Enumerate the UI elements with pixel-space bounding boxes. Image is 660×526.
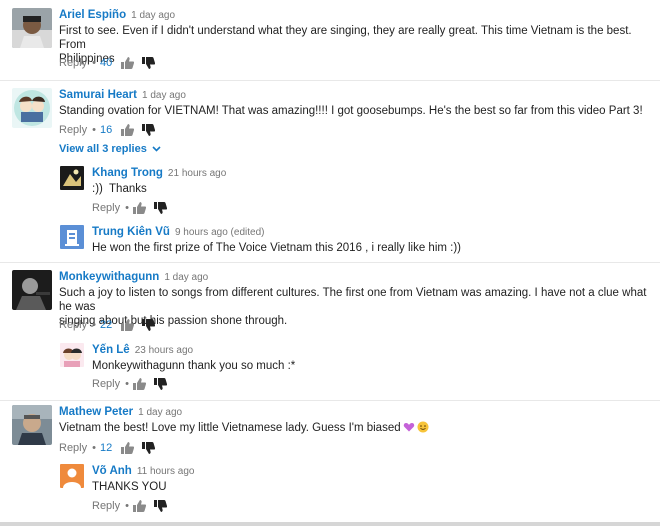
thumbs-down-icon[interactable] (153, 500, 167, 512)
thumbs-up-icon[interactable] (132, 202, 146, 214)
timestamp[interactable]: 1 day ago (142, 90, 186, 101)
bottom-edge (0, 522, 660, 526)
thumbs-up-icon[interactable] (121, 57, 135, 69)
author-name[interactable]: Yến Lê (92, 344, 130, 356)
smile-emoji-icon (417, 421, 429, 433)
thumbs-up-icon[interactable] (121, 319, 135, 331)
author-name[interactable]: Samurai Heart (59, 89, 137, 101)
divider (0, 400, 660, 401)
timestamp[interactable]: 21 hours ago (168, 168, 226, 179)
reply-header: Khang Trong 21 hours ago (92, 166, 226, 181)
thumbs-down-icon[interactable] (142, 319, 156, 331)
avatar[interactable] (12, 405, 52, 445)
reply-button[interactable]: Reply (92, 499, 120, 513)
divider (0, 262, 660, 263)
comment-text: Vietnam the best! Love my little Vietnam… (59, 421, 429, 435)
view-replies-button[interactable]: View all 3 replies (59, 142, 161, 156)
author-name[interactable]: Võ Anh (92, 465, 132, 477)
reply-header: Yến Lê 23 hours ago (92, 343, 193, 358)
separator-dot: • (125, 378, 129, 390)
comment-actions: Reply • 12 (59, 441, 163, 455)
thumbs-up-icon[interactable] (121, 442, 135, 454)
comment-header: Monkeywithagunn 1 day ago (59, 270, 208, 285)
comment-text: Standing ovation for VIETNAM! That was a… (59, 105, 643, 117)
comment-header: Samurai Heart 1 day ago (59, 88, 186, 103)
comment-header: Mathew Peter 1 day ago (59, 405, 182, 420)
reply-header: Trung Kiên Vũ 9 hours ago (edited) (92, 225, 264, 240)
avatar[interactable] (12, 88, 52, 128)
timestamp[interactable]: 11 hours ago (137, 466, 195, 477)
author-name[interactable]: Monkeywithagunn (59, 271, 159, 283)
timestamp[interactable]: 1 day ago (164, 272, 208, 283)
timestamp[interactable]: 9 hours ago (edited) (175, 227, 265, 238)
thumbs-down-icon[interactable] (153, 202, 167, 214)
timestamp[interactable]: 1 day ago (138, 407, 182, 418)
divider (0, 80, 660, 81)
view-replies-label: View all 3 replies (59, 143, 147, 155)
reply-text: Monkeywithagunn thank you so much :* (92, 360, 296, 372)
reply-header: Võ Anh 11 hours ago (92, 464, 194, 479)
thumbs-down-icon[interactable] (142, 442, 156, 454)
like-count: 16 (99, 124, 113, 136)
reply-button[interactable]: Reply (92, 377, 120, 391)
comment-text-content: Vietnam the best! Love my little Vietnam… (59, 422, 401, 434)
avatar[interactable] (60, 225, 84, 249)
reply-button[interactable]: Reply (92, 201, 120, 215)
author-name[interactable]: Mathew Peter (59, 406, 133, 418)
reply-button[interactable]: Reply (59, 318, 87, 332)
comment-actions: Reply • 40 (59, 56, 163, 70)
reply-button[interactable]: Reply (59, 123, 87, 137)
avatar[interactable] (12, 270, 52, 310)
reply-actions: Reply • (92, 201, 175, 215)
chevron-down-icon (152, 142, 161, 156)
avatar[interactable] (60, 343, 84, 367)
avatar[interactable] (60, 166, 84, 190)
separator-dot: • (125, 202, 129, 214)
thumbs-up-icon[interactable] (132, 378, 146, 390)
like-count: 40 (99, 57, 113, 69)
like-count: 22 (99, 319, 113, 331)
timestamp[interactable]: 23 hours ago (135, 345, 193, 356)
reply-actions: Reply • (92, 377, 175, 391)
reply-button[interactable]: Reply (59, 56, 87, 70)
author-name[interactable]: Trung Kiên Vũ (92, 226, 170, 238)
reply-actions: Reply • (92, 499, 175, 513)
thumbs-down-icon[interactable] (142, 57, 156, 69)
reply-text: THANKS YOU (92, 481, 167, 493)
comment-header: Ariel Espiño 1 day ago (59, 8, 175, 23)
like-count: 12 (99, 442, 113, 454)
separator-dot: • (92, 319, 96, 331)
thumbs-down-icon[interactable] (153, 378, 167, 390)
separator-dot: • (92, 442, 96, 454)
thumbs-down-icon[interactable] (142, 124, 156, 136)
hearts-emoji-icon (403, 421, 415, 433)
reply-text: :)) Thanks (92, 183, 147, 195)
separator-dot: • (92, 57, 96, 69)
author-name[interactable]: Ariel Espiño (59, 9, 126, 21)
reply-text: He won the first prize of The Voice Viet… (92, 242, 462, 254)
separator-dot: • (92, 124, 96, 136)
reply-button[interactable]: Reply (59, 441, 87, 455)
timestamp[interactable]: 1 day ago (131, 10, 175, 21)
avatar[interactable] (60, 464, 84, 488)
separator-dot: • (125, 500, 129, 512)
thumbs-up-icon[interactable] (132, 500, 146, 512)
comment-actions: Reply • 22 (59, 318, 163, 332)
thumbs-up-icon[interactable] (121, 124, 135, 136)
author-name[interactable]: Khang Trong (92, 167, 163, 179)
comment-actions: Reply • 16 (59, 123, 163, 137)
avatar[interactable] (12, 8, 52, 48)
